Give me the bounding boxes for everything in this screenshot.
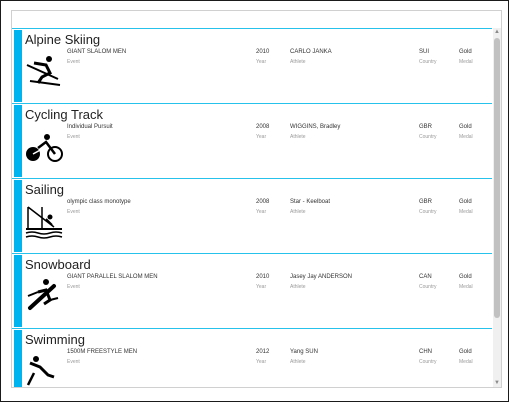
country-value: CAN — [419, 274, 432, 280]
alpine-skiing-icon — [26, 56, 61, 86]
year-label: Year — [256, 209, 267, 215]
athlete-label: Athlete — [290, 284, 306, 290]
medal-label: Medal — [459, 359, 473, 365]
country-value: SUI — [419, 49, 430, 55]
medal-label: Medal — [459, 59, 473, 65]
athlete-label: Athlete — [290, 59, 306, 65]
event-label: Event — [67, 59, 80, 65]
sailing-icon — [25, 206, 63, 239]
list-item[interactable]: Cycling Track Individual Pursuit Event 2… — [12, 104, 492, 179]
athlete-label: Athlete — [290, 359, 306, 365]
year-value: 2012 — [256, 349, 270, 355]
event-value: 1500M FREESTYLE MEN — [67, 349, 138, 355]
country-label: Country — [419, 359, 437, 365]
medal-label: Medal — [459, 209, 473, 215]
row-accent-bar — [14, 30, 22, 102]
row-accent-bar — [14, 330, 22, 387]
row-accent-bar — [14, 105, 22, 177]
vertical-scrollbar[interactable]: ▲ ▼ — [493, 28, 501, 387]
event-label: Event — [67, 209, 80, 215]
cycling-track-icon — [26, 134, 63, 162]
year-label: Year — [256, 284, 267, 290]
results-list: Alpine Skiing GIANT SLALOM MEN Event 201… — [11, 10, 502, 388]
athlete-value: Star - Keelboat — [290, 199, 331, 205]
country-label: Country — [419, 284, 437, 290]
sport-title: Sailing — [25, 182, 65, 197]
window-frame: Alpine Skiing GIANT SLALOM MEN Event 201… — [0, 0, 509, 402]
event-value: olympic class monotype — [67, 199, 131, 205]
list-item[interactable]: Sailing olympic class monotype Event 200… — [12, 179, 492, 254]
athlete-value: CARLO JANKA — [290, 49, 332, 55]
country-value: GBR — [419, 199, 433, 205]
list-item[interactable]: Alpine Skiing GIANT SLALOM MEN Event 201… — [12, 29, 492, 104]
country-label: Country — [419, 209, 437, 215]
year-value: 2010 — [256, 274, 270, 280]
athlete-value: Jasey Jay ANDERSON — [290, 274, 353, 280]
snowboard-icon — [27, 279, 59, 310]
year-value: 2008 — [256, 199, 270, 205]
event-label: Event — [67, 359, 80, 365]
athlete-value: Yang SUN — [290, 349, 318, 355]
country-value: GBR — [419, 124, 433, 130]
medal-label: Medal — [459, 134, 473, 140]
swimming-icon — [26, 356, 55, 386]
medal-value: Gold — [459, 199, 472, 205]
year-label: Year — [256, 59, 267, 65]
event-value: Individual Pursuit — [67, 124, 113, 130]
scroll-up-arrow-icon[interactable]: ▲ — [493, 28, 501, 36]
event-label: Event — [67, 284, 80, 290]
event-value: GIANT PARALLEL SLALOM MEN — [67, 274, 158, 280]
row-accent-bar — [14, 255, 22, 327]
country-value: CHN — [419, 349, 432, 355]
sport-title: Swimming — [25, 332, 85, 347]
scrollbar-thumb[interactable] — [494, 38, 500, 318]
medal-value: Gold — [459, 349, 472, 355]
sport-title: Cycling Track — [25, 107, 104, 122]
sport-title: Alpine Skiing — [25, 32, 101, 47]
country-label: Country — [419, 134, 437, 140]
year-value: 2010 — [256, 49, 270, 55]
year-label: Year — [256, 359, 267, 365]
country-label: Country — [419, 59, 437, 65]
row-accent-bar — [14, 180, 22, 252]
sport-title: Snowboard — [25, 257, 91, 272]
year-value: 2008 — [256, 124, 270, 130]
scroll-down-arrow-icon[interactable]: ▼ — [493, 379, 501, 387]
medal-value: Gold — [459, 124, 472, 130]
athlete-label: Athlete — [290, 134, 306, 140]
event-label: Event — [67, 134, 80, 140]
event-value: GIANT SLALOM MEN — [67, 49, 127, 55]
athlete-value: WIGGINS, Bradley — [290, 124, 341, 130]
list-item[interactable]: Snowboard GIANT PARALLEL SLALOM MEN Even… — [12, 254, 492, 329]
list-item[interactable]: Swimming 1500M FREESTYLE MEN Event 2012 … — [12, 329, 492, 387]
medal-value: Gold — [459, 274, 472, 280]
medal-value: Gold — [459, 49, 472, 55]
medal-label: Medal — [459, 284, 473, 290]
year-label: Year — [256, 134, 267, 140]
athlete-label: Athlete — [290, 209, 306, 215]
